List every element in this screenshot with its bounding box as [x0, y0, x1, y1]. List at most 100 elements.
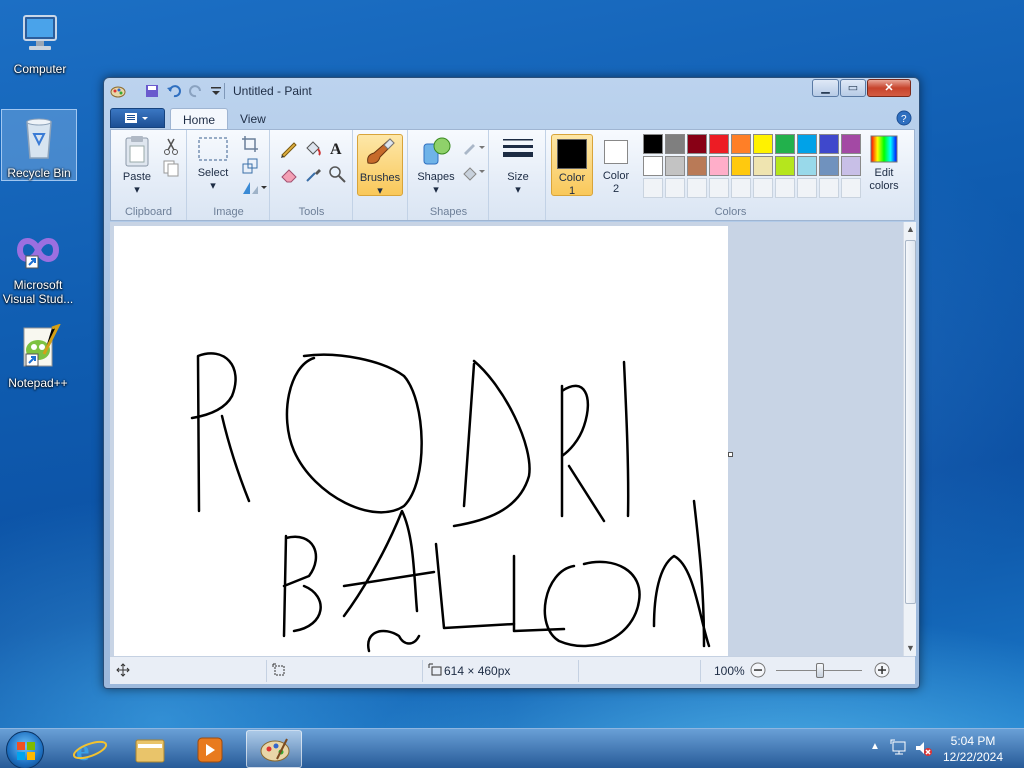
status-separator: [700, 660, 701, 682]
system-clock[interactable]: 5:04 PM 12/22/2024: [930, 733, 1016, 765]
color-swatch[interactable]: [753, 134, 773, 154]
zoom-slider-thumb[interactable]: [816, 663, 824, 678]
custom-color-slot[interactable]: [841, 178, 861, 198]
taskbar-media-player[interactable]: [182, 730, 238, 768]
scroll-up-icon[interactable]: ▲: [906, 224, 915, 234]
custom-color-slot[interactable]: [665, 178, 685, 198]
shapes-button[interactable]: Shapes ▾: [413, 134, 459, 196]
zoom-out-button[interactable]: [750, 662, 766, 681]
color2-swatch: [604, 140, 628, 164]
color-swatch[interactable]: [797, 156, 817, 176]
color-swatch[interactable]: [775, 134, 795, 154]
brushes-button[interactable]: Brushes ▾: [357, 134, 403, 197]
help-icon[interactable]: ?: [896, 110, 912, 129]
resize-icon[interactable]: [240, 156, 260, 176]
crop-icon[interactable]: [240, 134, 260, 154]
desktop-icon-notepad-plus-plus[interactable]: Notepad++: [0, 320, 76, 390]
save-icon[interactable]: [144, 83, 160, 99]
brushes-dropdown-icon: ▾: [377, 185, 383, 197]
custom-color-slot[interactable]: [643, 178, 663, 198]
redo-icon[interactable]: [188, 83, 204, 99]
taskbar-file-explorer[interactable]: [122, 730, 178, 768]
cursor-position-icon: [116, 663, 130, 680]
color-swatch[interactable]: [841, 156, 861, 176]
color-swatch[interactable]: [709, 156, 729, 176]
color-swatch[interactable]: [665, 156, 685, 176]
eraser-icon[interactable]: [279, 164, 299, 184]
color-swatch[interactable]: [841, 134, 861, 154]
color1-swatch: [557, 139, 587, 169]
status-separator: [266, 660, 267, 682]
close-button[interactable]: ✕: [867, 79, 911, 97]
custom-color-slot[interactable]: [819, 178, 839, 198]
scroll-thumb[interactable]: [905, 240, 916, 604]
color-swatch[interactable]: [687, 134, 707, 154]
selection-size-icon: [272, 663, 286, 680]
fill-icon[interactable]: [461, 162, 487, 182]
pencil-icon[interactable]: [279, 138, 299, 158]
desktop-icon-visual-studio[interactable]: Microsoft Visual Stud...: [0, 222, 76, 306]
undo-icon[interactable]: [166, 83, 182, 99]
color-swatch[interactable]: [709, 134, 729, 154]
color-swatch[interactable]: [775, 156, 795, 176]
custom-color-slot[interactable]: [709, 178, 729, 198]
custom-color-slot[interactable]: [797, 178, 817, 198]
scroll-down-icon[interactable]: ▼: [906, 643, 915, 653]
color-swatch[interactable]: [731, 156, 751, 176]
custom-color-slot[interactable]: [753, 178, 773, 198]
color-picker-icon[interactable]: [303, 164, 323, 184]
desktop-icon-computer[interactable]: Computer: [2, 6, 78, 76]
color-swatch[interactable]: [643, 134, 663, 154]
color2-button[interactable]: Color 2: [595, 134, 637, 196]
text-tool-icon[interactable]: A: [327, 138, 347, 158]
canvas-resize-handle[interactable]: [728, 452, 733, 457]
minimize-icon: ▁: [821, 82, 830, 94]
color-swatch[interactable]: [819, 134, 839, 154]
color-swatch[interactable]: [687, 156, 707, 176]
title-bar[interactable]: Untitled - Paint ▁ ▭ ✕: [104, 78, 919, 104]
paint-app-icon[interactable]: [110, 83, 126, 99]
custom-color-slot[interactable]: [731, 178, 751, 198]
zoom-in-button[interactable]: [874, 662, 890, 681]
close-icon: ✕: [884, 82, 894, 94]
vertical-scrollbar[interactable]: ▲ ▼: [903, 222, 916, 656]
cut-icon[interactable]: [161, 136, 181, 156]
zoom-in-icon: [874, 662, 890, 678]
color-swatch[interactable]: [643, 156, 663, 176]
rotate-icon[interactable]: [240, 178, 268, 198]
canvas-viewport: [110, 222, 903, 656]
desktop-icon-recycle-bin[interactable]: Recycle Bin: [1, 109, 77, 181]
taskbar-internet-explorer[interactable]: e: [62, 730, 118, 768]
copy-icon[interactable]: [161, 158, 181, 178]
tab-view[interactable]: View: [228, 108, 278, 130]
outline-icon[interactable]: [461, 138, 487, 158]
paint-menu-button[interactable]: [110, 108, 165, 128]
color-swatch[interactable]: [665, 134, 685, 154]
drawing-canvas[interactable]: [114, 226, 733, 656]
edit-colors-label-line1: Edit: [874, 167, 894, 179]
paste-button[interactable]: Paste ▾: [117, 134, 157, 196]
tab-home[interactable]: Home: [170, 108, 229, 130]
custom-color-slot[interactable]: [687, 178, 707, 198]
edit-colors-button[interactable]: Edit colors: [859, 134, 909, 196]
customize-quick-access-icon[interactable]: [208, 83, 224, 99]
canvas-dimensions: 614 × 460px: [444, 664, 511, 678]
start-button[interactable]: [6, 731, 44, 768]
folder-icon: [135, 739, 165, 763]
minimize-button[interactable]: ▁: [812, 79, 839, 97]
color-swatch[interactable]: [753, 156, 773, 176]
clipboard-group: Paste ▾ Clipboard: [111, 130, 187, 220]
color-swatch[interactable]: [819, 156, 839, 176]
color-swatch[interactable]: [797, 134, 817, 154]
fill-bucket-icon[interactable]: [303, 138, 323, 158]
select-button[interactable]: Select ▾: [192, 134, 234, 196]
magnifier-icon[interactable]: [327, 164, 347, 184]
color-swatch[interactable]: [731, 134, 751, 154]
custom-color-slot[interactable]: [775, 178, 795, 198]
maximize-button[interactable]: ▭: [840, 79, 866, 97]
size-button[interactable]: Size ▾: [496, 134, 540, 196]
taskbar-paint[interactable]: [246, 730, 302, 768]
show-hidden-icons-icon[interactable]: ▲: [870, 741, 880, 752]
action-center-icon[interactable]: [890, 739, 908, 760]
color1-button[interactable]: Color 1: [551, 134, 593, 197]
